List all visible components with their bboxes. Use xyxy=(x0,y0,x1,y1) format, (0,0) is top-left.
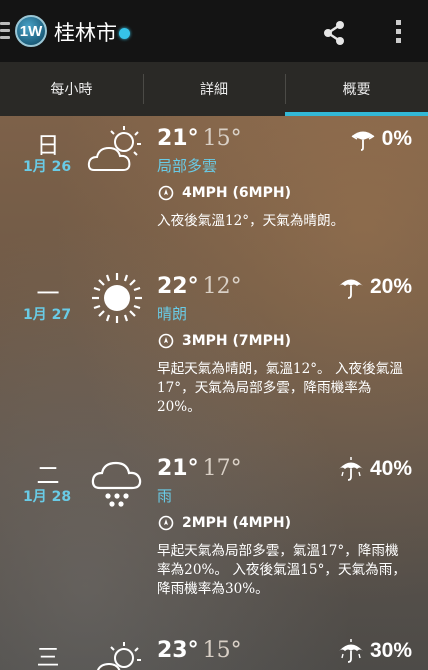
forecast-day[interactable]: 日 1月 26 21° 15° 局部多雲 4MPH (6MPH) 入夜後氣溫12°… xyxy=(0,116,428,266)
overflow-menu-icon[interactable] xyxy=(396,20,402,44)
day-date: 1月 27 xyxy=(23,307,72,323)
rain-icon xyxy=(91,461,142,507)
condition-label: 雨 xyxy=(157,487,173,505)
precip-chance: 40% xyxy=(338,457,412,481)
wind-info: 3MPH (7MPH) xyxy=(158,333,291,349)
sunny-icon xyxy=(92,273,142,323)
wind-speed: 4MPH (6MPH) xyxy=(182,185,291,201)
high-temp: 22° xyxy=(157,274,199,299)
day-of-week: 一 xyxy=(36,281,60,307)
wind-speed: 3MPH (7MPH) xyxy=(182,333,291,349)
tab-summary[interactable]: 概要 xyxy=(285,62,428,116)
wind-info: 4MPH (6MPH) xyxy=(158,185,291,201)
forecast-day[interactable]: 三 23° 15° 30% xyxy=(0,634,428,670)
rain-umbrella-icon xyxy=(338,639,363,663)
high-temp: 23° xyxy=(157,638,199,663)
high-temp: 21° xyxy=(157,126,199,151)
condition-label: 局部多雲 xyxy=(157,157,218,175)
menu-icon[interactable] xyxy=(0,22,10,40)
low-temp: 15° xyxy=(202,126,242,151)
day-description: 早起天氣為局部多雲，氣溫17°，降雨機率為20%。 入夜後氣溫15°，天氣為雨，… xyxy=(157,543,406,597)
partly-cloudy-icon xyxy=(87,126,141,171)
tab-details[interactable]: 詳細 xyxy=(142,62,286,116)
app-bar: 1W 桂林市 xyxy=(0,0,428,62)
day-of-week: 二 xyxy=(36,463,60,489)
low-temp: 15° xyxy=(202,638,242,663)
tab-bar: 每小時 詳細 概要 xyxy=(0,62,428,116)
location-status-dot xyxy=(119,28,130,39)
precip-value: 0% xyxy=(381,127,412,150)
temperature-range: 21° 15° xyxy=(157,126,242,151)
temperature-range: 21° 17° xyxy=(157,456,242,481)
day-date: 1月 26 xyxy=(23,159,72,175)
high-temp: 21° xyxy=(157,456,199,481)
open-umbrella-icon xyxy=(338,279,363,299)
wind-info: 2MPH (4MPH) xyxy=(158,515,291,531)
precip-chance: 0% xyxy=(350,127,412,151)
precip-chance: 20% xyxy=(338,275,412,299)
closed-umbrella-icon xyxy=(351,131,375,151)
app-logo[interactable]: 1W xyxy=(15,15,47,47)
temperature-range: 23° 15° xyxy=(157,638,242,663)
precip-value: 20% xyxy=(369,275,412,298)
wind-speed: 2MPH (4MPH) xyxy=(182,515,291,531)
precip-chance: 30% xyxy=(338,639,412,663)
low-temp: 12° xyxy=(202,274,242,299)
city-name[interactable]: 桂林市 xyxy=(54,17,117,47)
day-of-week: 日 xyxy=(36,133,60,159)
wind-icon xyxy=(158,333,174,349)
precip-value: 40% xyxy=(369,457,412,480)
day-date: 1月 28 xyxy=(23,489,72,505)
day-description: 早起天氣為晴朗，氣溫12°。 入夜後氣溫17°，天氣為局部多雲，降雨機率為20%… xyxy=(157,361,403,415)
wind-icon xyxy=(158,185,174,201)
rain-umbrella-icon xyxy=(338,457,363,481)
condition-label: 晴朗 xyxy=(157,305,188,323)
precip-value: 30% xyxy=(369,639,412,662)
low-temp: 17° xyxy=(202,456,242,481)
day-description: 入夜後氣溫12°，天氣為晴朗。 xyxy=(157,213,345,229)
tab-hourly[interactable]: 每小時 xyxy=(0,62,143,116)
share-icon[interactable] xyxy=(321,20,347,46)
forecast-day[interactable]: 一 1月 27 22° 12° 晴朗 3MPH (7MPH) 早起天氣為晴朗，氣溫… xyxy=(0,266,428,448)
wind-icon xyxy=(158,515,174,531)
day-of-week: 三 xyxy=(36,645,60,670)
temperature-range: 22° 12° xyxy=(157,274,242,299)
partly-cloudy-icon xyxy=(96,642,141,670)
forecast-day[interactable]: 二 1月 28 21° 17° 雨 2MPH (4MPH) 早起天氣為局部多雲，氣… xyxy=(0,448,428,634)
